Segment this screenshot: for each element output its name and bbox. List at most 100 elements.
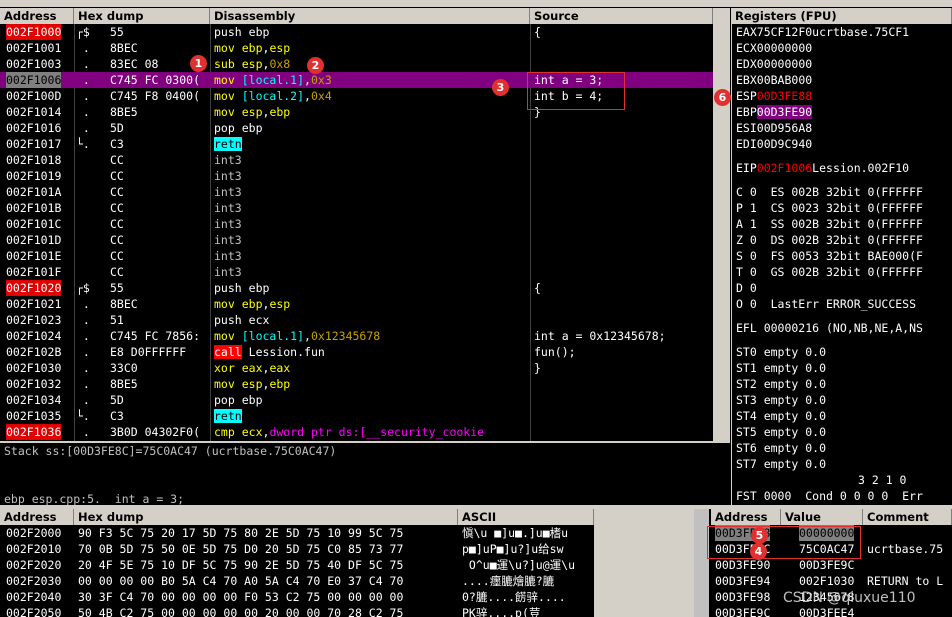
- address-cell[interactable]: 002F1030: [6, 360, 61, 376]
- address-cell[interactable]: 002F1035: [6, 408, 61, 424]
- register-row[interactable]: ESI00D956A8: [736, 120, 812, 136]
- disassembly-row[interactable]: 002F1036 . 3B0D 04302F0(cmp ecx,dword ptr…: [0, 424, 713, 440]
- header-source[interactable]: Source: [530, 8, 713, 24]
- header-disassembly[interactable]: Disassembly: [210, 8, 530, 24]
- dump-header-ascii[interactable]: ASCII: [458, 509, 594, 525]
- address-cell[interactable]: 002F1001: [6, 40, 61, 56]
- register-value[interactable]: 00D3FE90: [756, 105, 813, 119]
- dump-row[interactable]: 002F2000 90 F3 5C 75 20 17 5D 75 80 2E 5D…: [0, 525, 594, 541]
- dump-address[interactable]: 002F2000: [6, 525, 61, 541]
- flag-row[interactable]: P 1 CS 0023 32bit 0(FFFFFF: [736, 200, 923, 216]
- flag-row[interactable]: T 0 GS 002B 32bit 0(FFFFFF: [736, 264, 923, 280]
- stack-header-address[interactable]: Address: [711, 509, 781, 525]
- disassembly-row[interactable]: 002F101F CC int3: [0, 264, 713, 280]
- fpu-row[interactable]: ST7 empty 0.0: [736, 456, 826, 472]
- stack-row[interactable]: 00D3FE94 002F1030 RETURN to L: [711, 573, 952, 589]
- disassembly-row[interactable]: 002F1021 . 8BEC mov ebp,esp: [0, 296, 713, 312]
- address-cell[interactable]: 002F101E: [6, 248, 61, 264]
- registers-pane[interactable]: EAX75CF12F0ucrtbase.75CF1 ECX00000000 EDX0…: [731, 24, 952, 505]
- fpu-row[interactable]: ST1 empty 0.0: [736, 360, 826, 376]
- flag-row[interactable]: Z 0 DS 002B 32bit 0(FFFFFF: [736, 232, 923, 248]
- stack-address[interactable]: 00D3FE94: [715, 573, 770, 589]
- disassembly-row[interactable]: 002F1019 CC int3: [0, 168, 713, 184]
- address-cell[interactable]: 002F1016: [6, 120, 61, 136]
- address-cell[interactable]: 002F1034: [6, 392, 61, 408]
- dump-row[interactable]: 002F2020 20 4F 5E 75 10 DF 5C 75 90 2E 5D…: [0, 557, 594, 573]
- register-value[interactable]: 00D9C940: [757, 137, 812, 151]
- flag-row[interactable]: C 0 ES 002B 32bit 0(FFFFFF: [736, 184, 923, 200]
- disassembly-row[interactable]: 002F102B . E8 D0FFFFFF call Lession.fun fun…: [0, 344, 713, 360]
- flag-row[interactable]: D 0: [736, 280, 757, 296]
- dump-address[interactable]: 002F2040: [6, 589, 61, 605]
- disassembly-row[interactable]: 002F1024 . C745 FC 7856: mov [local.1],0x1…: [0, 328, 713, 344]
- disassembly-row[interactable]: 002F101C CC int3: [0, 216, 713, 232]
- disassembly-row[interactable]: 002F1032 . 8BE5 mov esp,ebp: [0, 376, 713, 392]
- address-cell[interactable]: 002F1036: [6, 424, 62, 440]
- dump-header-address[interactable]: Address: [0, 509, 74, 525]
- register-value[interactable]: 002F1006: [757, 161, 812, 175]
- stack-address[interactable]: 00D3FE90: [715, 557, 770, 573]
- disassembly-row[interactable]: 002F1018 CC int3: [0, 152, 713, 168]
- register-value[interactable]: 00000000: [757, 57, 812, 71]
- address-cell[interactable]: 002F1003: [6, 56, 61, 72]
- disassembly-row[interactable]: 002F101D CC int3: [0, 232, 713, 248]
- stack-header-value[interactable]: Value: [781, 509, 863, 525]
- register-value[interactable]: 75CF12F0: [757, 25, 812, 39]
- dump-address[interactable]: 002F2030: [6, 573, 61, 589]
- flag-row[interactable]: A 1 SS 002B 32bit 0(FFFFFF: [736, 216, 923, 232]
- fst-row[interactable]: FST 0000 Cond 0 0 0 0 Err: [736, 488, 923, 504]
- dump-row[interactable]: 002F2010 70 0B 5D 75 50 0E 5D 75 D0 20 5D…: [0, 541, 594, 557]
- flag-row[interactable]: O 0 LastErr ERROR_SUCCESS: [736, 296, 916, 312]
- disassembly-row[interactable]: 002F1003 . 83EC 08 sub esp,0x8: [0, 56, 713, 72]
- stack-row[interactable]: 00D3FE90 00D3FE9C: [711, 557, 952, 573]
- disassembly-row[interactable]: 002F101B CC int3: [0, 200, 713, 216]
- disassembly-row[interactable]: 002F1001 . 8BEC mov ebp,esp: [0, 40, 713, 56]
- address-cell[interactable]: 002F100D: [6, 88, 61, 104]
- register-row[interactable]: ESP00D3FE88: [736, 88, 812, 104]
- register-value[interactable]: 00D3FE88: [757, 89, 812, 103]
- register-row[interactable]: EIP002F1006Lession.002F10: [736, 160, 909, 176]
- address-cell[interactable]: 002F1024: [6, 328, 61, 344]
- register-row[interactable]: EDX00000000: [736, 56, 812, 72]
- disassembly-row[interactable]: 002F101A CC int3: [0, 184, 713, 200]
- register-value[interactable]: 00D956A8: [757, 121, 812, 135]
- stack-row[interactable]: 00D3FE9C 00D3FEE4: [711, 605, 952, 617]
- dump-address[interactable]: 002F2010: [6, 541, 61, 557]
- dump-row[interactable]: 002F2050 50 4B C2 75 00 00 00 00 00 20 00…: [0, 605, 594, 617]
- address-cell[interactable]: 002F1006: [6, 72, 62, 88]
- flag-row[interactable]: S 0 FS 0053 32bit BAE000(F: [736, 248, 923, 264]
- address-cell[interactable]: 002F1021: [6, 296, 61, 312]
- address-cell[interactable]: 002F1019: [6, 168, 61, 184]
- header-address[interactable]: Address: [0, 8, 74, 24]
- address-cell[interactable]: 002F1032: [6, 376, 61, 392]
- disassembly-row[interactable]: 002F1016 . 5D pop ebp: [0, 120, 713, 136]
- dump-row[interactable]: 002F2040 30 3F C4 70 00 00 00 00 F0 53 C2…: [0, 589, 594, 605]
- fpu-row[interactable]: ST3 empty 0.0: [736, 392, 826, 408]
- fpu-row[interactable]: ST6 empty 0.0: [736, 440, 826, 456]
- address-cell[interactable]: 002F1018: [6, 152, 61, 168]
- register-value[interactable]: 00BAB000: [757, 73, 812, 87]
- address-cell[interactable]: 002F1000: [6, 24, 62, 40]
- fpu-row[interactable]: ST0 empty 0.0: [736, 344, 826, 360]
- disassembly-row[interactable]: 002F1000 ┌$ 55 push ebp {: [0, 24, 713, 40]
- dump-row[interactable]: 002F2030 00 00 00 00 B0 5A C4 70 A0 5A C4…: [0, 573, 594, 589]
- fpu-row[interactable]: ST5 empty 0.0: [736, 424, 826, 440]
- address-cell[interactable]: 002F1020: [6, 280, 62, 296]
- address-cell[interactable]: 002F101A: [6, 184, 61, 200]
- address-cell[interactable]: 002F101C: [6, 216, 61, 232]
- header-hex-dump[interactable]: Hex dump: [74, 8, 210, 24]
- address-cell[interactable]: 002F1014: [6, 104, 61, 120]
- dump-header-hex[interactable]: Hex dump: [74, 509, 458, 525]
- disassembly-row[interactable]: 002F1035 └. C3 retn: [0, 408, 713, 424]
- address-cell[interactable]: 002F102B: [6, 344, 61, 360]
- register-row[interactable]: EBP00D3FE90: [736, 104, 813, 120]
- disassembly-row[interactable]: 002F1034 . 5D pop ebp: [0, 392, 713, 408]
- dump-address[interactable]: 002F2050: [6, 605, 61, 617]
- cpu-scrollbar[interactable]: [713, 8, 730, 441]
- stack-address[interactable]: 00D3FE98: [715, 589, 770, 605]
- disassembly-row[interactable]: 002F1030 . 33C0 xor eax,eax}: [0, 360, 713, 376]
- fpu-row[interactable]: ST2 empty 0.0: [736, 376, 826, 392]
- disassembly-row[interactable]: 002F1017 └. C3 retn: [0, 136, 713, 152]
- register-row[interactable]: EDI00D9C940: [736, 136, 812, 152]
- stack-header-comment[interactable]: Comment: [863, 509, 952, 525]
